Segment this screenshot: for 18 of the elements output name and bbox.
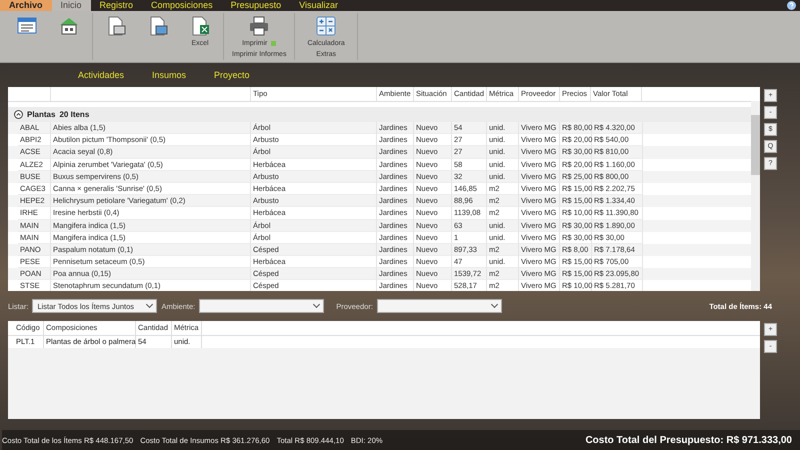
scrollbar[interactable] (751, 101, 760, 291)
menu-tab[interactable]: Inicio (52, 0, 91, 11)
group-name: Plantas (27, 110, 56, 119)
menu-tab[interactable]: Registro (90, 0, 142, 11)
menu-tab[interactable]: Visualizar (290, 0, 347, 11)
sub-tab[interactable]: Proyecto (214, 70, 250, 80)
budget-total: Costo Total del Presupuesto: R$ 971.333,00 (585, 434, 792, 446)
printer-icon[interactable] (248, 15, 270, 37)
menu-tab[interactable]: Presupuesto (222, 0, 290, 11)
group-count: 20 Itens (59, 110, 90, 119)
calculator-icon[interactable] (315, 15, 338, 37)
sub-tab[interactable]: Actividades (78, 70, 124, 80)
collapse-icon[interactable] (14, 110, 23, 119)
sub-tab[interactable]: Insumos (152, 70, 186, 80)
menu-tab[interactable]: Composiciones (142, 0, 222, 11)
help-icon[interactable] (787, 1, 796, 10)
house-icon[interactable] (58, 15, 80, 37)
menu-tab[interactable]: Archivo (0, 0, 52, 11)
